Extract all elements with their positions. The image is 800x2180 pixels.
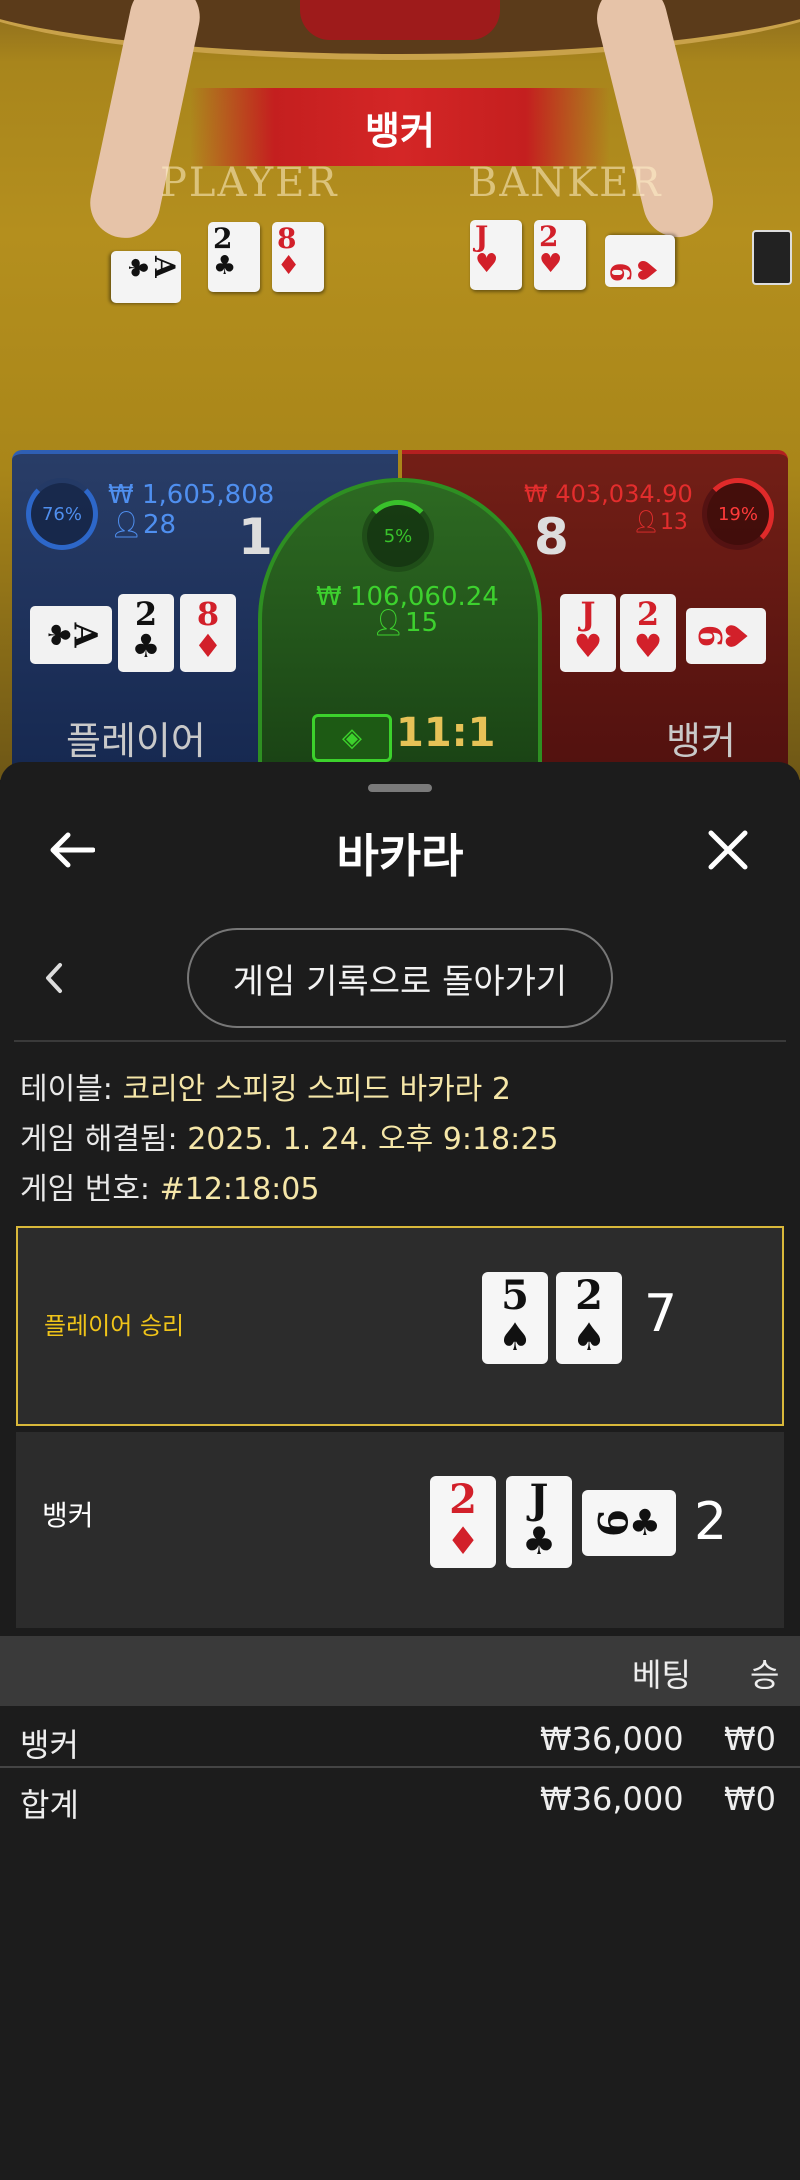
win-amount: ₩0: [724, 1720, 776, 1758]
player-score: 1: [238, 508, 273, 566]
tie-odds: 11:1: [396, 710, 496, 756]
bet-amount: ₩36,000: [540, 1720, 684, 1758]
chevron-left-icon[interactable]: [34, 950, 74, 1006]
table-info: 테이블: 코리안 스피킹 스피드 바카라 2: [20, 1072, 511, 1107]
banker-card: J ♥: [560, 594, 616, 672]
row-divider: [0, 1766, 800, 1768]
tie-bettors: 👤︎15: [372, 608, 439, 638]
felt-player-card: 2 ♣: [208, 222, 260, 292]
player-label: 플레이어: [66, 719, 206, 763]
banker-result-box: 뱅커 2 ♦ J ♣ 9 ♣ 2: [16, 1432, 784, 1628]
bets-table-header: 베팅 승: [0, 1636, 800, 1706]
player-total-amount: ₩ 1,605,808: [108, 480, 275, 510]
felt-player-label: PLAYER: [160, 160, 339, 206]
felt-player-card: A ♣: [111, 251, 181, 303]
player-result-label: 플레이어 승리: [44, 1312, 185, 1340]
banker-total-amount: ₩ 403,034.90: [524, 480, 693, 508]
resolved-info: 게임 해결됨: 2025. 1. 24. 오후 9:18:25: [20, 1122, 559, 1157]
result-card: 2 ♠: [556, 1272, 622, 1364]
player-result-score: 7: [644, 1284, 678, 1344]
sheet-title: 바카라: [336, 829, 464, 883]
result-card: 2 ♦: [430, 1476, 496, 1568]
result-card: 9 ♣: [582, 1490, 676, 1556]
tie-chip-icon: ◈: [312, 714, 392, 762]
total-win-amount: ₩0: [724, 1780, 776, 1818]
player-card: 2 ♣: [118, 594, 174, 672]
total-bet-amount: ₩36,000: [540, 1780, 684, 1818]
player-result-box: 플레이어 승리 5 ♠ 2 ♠ 7: [16, 1226, 784, 1426]
banker-score: 8: [534, 508, 569, 566]
player-percent-ring: 76%: [26, 478, 98, 550]
sheet-grabber[interactable]: [368, 784, 432, 792]
result-card: J ♣: [506, 1476, 572, 1568]
user-icon: 👤︎: [632, 510, 660, 535]
player-card: ♣ A: [30, 606, 112, 664]
player-card: 8 ♦: [180, 594, 236, 672]
bet-column-header: 베팅: [632, 1656, 691, 1694]
win-column-header: 승: [750, 1656, 780, 1694]
total-label: 합계: [20, 1786, 79, 1824]
winner-banner: 뱅커: [190, 88, 610, 166]
user-icon: 👤︎: [372, 608, 406, 638]
felt-banker-card: 9 ♥: [605, 235, 675, 287]
tie-percent-ring: 5%: [362, 500, 434, 572]
banker-bettors: 👤︎13: [632, 510, 688, 535]
player-bettors: 👤︎28: [110, 510, 177, 540]
result-card: 5 ♠: [482, 1272, 548, 1364]
banker-card: 9 ♥: [686, 608, 766, 664]
banker-card: 2 ♥: [620, 594, 676, 672]
bet-name: 뱅커: [20, 1726, 79, 1764]
dealer: [300, 0, 500, 40]
felt-banker-card: 2 ♥: [534, 220, 586, 290]
user-icon: 👤︎: [110, 510, 144, 540]
felt-banker-label: BANKER: [468, 160, 663, 206]
felt-banker-card: J ♥: [470, 220, 522, 290]
table-row: 뱅커 ₩36,000 ₩0: [0, 1714, 800, 1772]
felt-player-card: 8 ♦: [272, 222, 324, 292]
banker-label: 뱅커: [666, 719, 736, 763]
table-row: 합계 ₩36,000 ₩0: [0, 1774, 800, 1832]
close-icon[interactable]: [700, 822, 756, 878]
game-history-sheet: 바카라 게임 기록으로 돌아가기 테이블: 코리안 스피킹 스피드 바카라 2 …: [0, 762, 800, 2180]
divider: [14, 1040, 786, 1042]
back-to-history-button[interactable]: 게임 기록으로 돌아가기: [187, 928, 613, 1028]
banker-result-label: 뱅커: [42, 1499, 94, 1532]
banker-result-score: 2: [694, 1492, 728, 1552]
game-number-info: 게임 번호: #12:18:05: [20, 1172, 320, 1207]
banker-percent-ring: 19%: [702, 478, 774, 550]
card-shoe: [752, 230, 792, 285]
